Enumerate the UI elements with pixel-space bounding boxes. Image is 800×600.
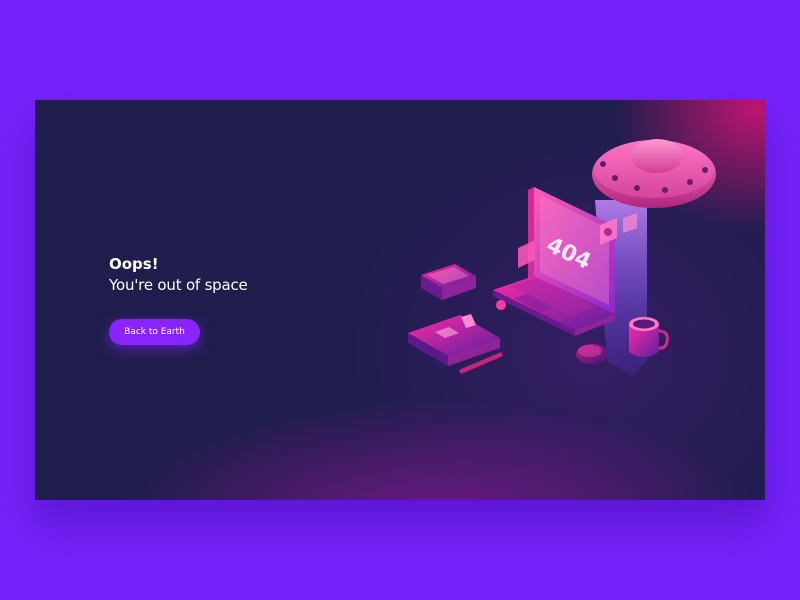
phone-icon [421,264,476,300]
error-card: Oops! You're out of space Back to Earth [35,100,765,500]
back-to-earth-button[interactable]: Back to Earth [109,319,200,345]
error-subtitle: You're out of space [109,276,248,294]
ufo-icon [592,139,716,208]
error-title: Oops! [109,255,159,273]
mouse-icon [576,344,608,364]
notebook-icon [408,314,500,366]
error-message: Oops! You're out of space [109,255,248,295]
isometric-404-illustration: 404 [408,139,716,376]
coffee-mug-icon [629,317,669,357]
ball-icon [496,300,506,310]
